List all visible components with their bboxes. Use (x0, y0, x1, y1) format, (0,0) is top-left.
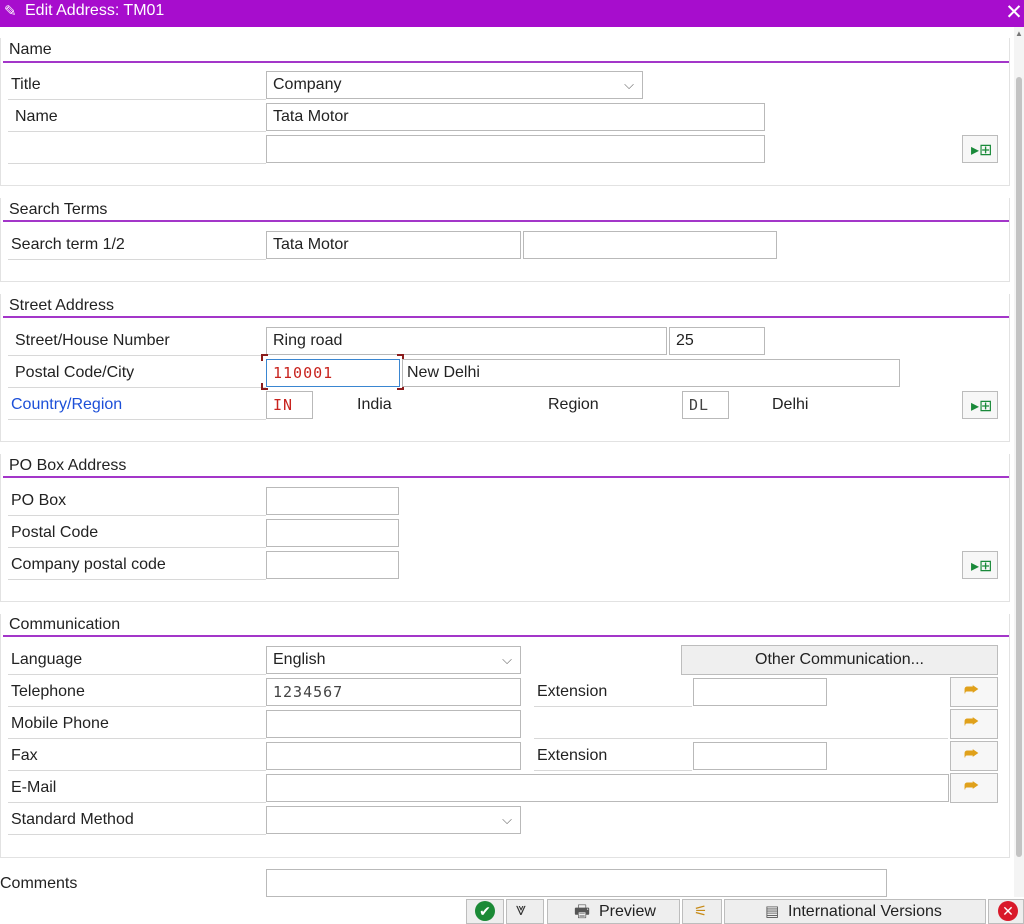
mobile-field[interactable] (266, 710, 521, 738)
title-label: Title (8, 70, 266, 100)
company-postal-field[interactable] (266, 551, 399, 579)
preview-button[interactable]: 🖶 Preview (547, 899, 680, 924)
telephone-label: Telephone (8, 677, 266, 707)
fax-extension-label: Extension (534, 741, 692, 771)
document-list-icon: ▤ (765, 903, 780, 920)
search-term-2-field[interactable] (523, 231, 777, 259)
edit-icon: ✎ (4, 3, 17, 20)
chevron-down-icon: ⌵ (502, 812, 512, 827)
export-arrow-icon: ⮫ (964, 714, 979, 731)
search-term-1-field[interactable]: Tata Motor (266, 231, 521, 259)
house-number-field[interactable]: 25 (669, 327, 765, 355)
chevron-down-icon: ⌵ (502, 652, 512, 667)
section-heading: Name (9, 41, 52, 58)
more-pobox-button[interactable]: ▸⊞ (962, 551, 998, 579)
confirm-button[interactable]: ✔ (466, 899, 504, 924)
mobile-label: Mobile Phone (8, 709, 266, 739)
title-select[interactable]: Company ⌵ (266, 71, 643, 99)
name-field[interactable]: Tata Motor (266, 103, 765, 131)
error-corner (261, 383, 268, 390)
country-name: India (357, 396, 392, 413)
more-fields-button[interactable]: ▸⊞ (962, 135, 998, 163)
export-arrow-icon: ⮫ (964, 778, 979, 795)
telephone-more-button[interactable]: ⮫ (950, 677, 998, 707)
section-heading: Street Address (9, 297, 114, 314)
section-heading: PO Box Address (9, 457, 127, 474)
name2-field[interactable] (266, 135, 765, 163)
checkmark-icon: ✔ (475, 901, 495, 921)
telephone-extension-field[interactable] (693, 678, 827, 706)
expand-all-button[interactable]: ⩔ (506, 899, 544, 924)
email-label: E-Mail (8, 773, 266, 803)
section-rule (3, 635, 1009, 637)
hierarchy-icon: ⚟ (694, 903, 708, 920)
country-region-link[interactable]: Country/Region (8, 390, 266, 420)
language-select[interactable]: English ⌵ (266, 646, 521, 674)
chevron-down-icon: ⌵ (624, 77, 634, 92)
name2-label (8, 134, 266, 164)
mobile-more-button[interactable]: ⮫ (950, 709, 998, 739)
standard-method-select[interactable]: ⌵ (266, 806, 521, 834)
error-corner (261, 354, 268, 361)
expand-icon: ▸⊞ (971, 398, 993, 415)
email-more-button[interactable]: ⮫ (950, 773, 998, 803)
cancel-button[interactable]: ✕ (988, 899, 1024, 924)
pobox-label: PO Box (8, 486, 266, 516)
expand-icon: ▸⊞ (971, 558, 993, 575)
section-rule (3, 476, 1009, 478)
street-field[interactable]: Ring road (266, 327, 667, 355)
pobox-field[interactable] (266, 487, 399, 515)
fax-extension-field[interactable] (693, 742, 827, 770)
telephone-field[interactable]: 1234567 (266, 678, 521, 706)
region-label: Region (548, 396, 599, 413)
section-rule (3, 220, 1009, 222)
postal-code-field[interactable]: 110001 (266, 359, 400, 387)
window-title: Edit Address: TM01 (25, 2, 165, 19)
search-term-label: Search term 1/2 (8, 230, 266, 260)
telephone-extension-label: Extension (534, 677, 692, 707)
export-arrow-icon: ⮫ (964, 746, 979, 763)
email-field[interactable] (266, 774, 949, 802)
section-rule (3, 316, 1009, 318)
pobox-postal-field[interactable] (266, 519, 399, 547)
comments-field[interactable] (266, 869, 887, 897)
close-icon[interactable]: ✕ (1004, 0, 1024, 25)
section-rule (3, 61, 1009, 63)
export-arrow-icon: ⮫ (964, 682, 979, 699)
standard-method-label: Standard Method (8, 805, 266, 835)
language-label: Language (8, 645, 266, 675)
name-label: Name (8, 102, 266, 132)
mobile-spacer (534, 709, 948, 739)
other-communication-button[interactable]: Other Communication... (681, 645, 998, 675)
fax-more-button[interactable]: ⮫ (950, 741, 998, 771)
pobox-postal-label: Postal Code (8, 518, 266, 548)
printer-icon: 🖶 (574, 902, 591, 921)
city-field[interactable]: New Delhi (402, 359, 900, 387)
scrollbar-thumb[interactable] (1016, 77, 1022, 857)
section-heading: Communication (9, 616, 121, 633)
fax-label: Fax (8, 741, 266, 771)
expand-icon: ▸⊞ (971, 142, 993, 159)
region-name: Delhi (772, 396, 809, 413)
vertical-scrollbar[interactable]: ▲ (1014, 27, 1024, 897)
section-heading: Search Terms (9, 201, 108, 218)
postal-city-label: Postal Code/City (8, 358, 266, 388)
street-label: Street/House Number (8, 326, 266, 356)
fax-field[interactable] (266, 742, 521, 770)
scroll-up-icon[interactable]: ▲ (1015, 29, 1023, 38)
company-postal-label: Company postal code (8, 550, 266, 580)
international-versions-button[interactable]: ▤ International Versions (724, 899, 986, 924)
region-code-field[interactable]: DL (682, 391, 729, 419)
comments-label: Comments (0, 875, 78, 892)
cancel-x-icon: ✕ (998, 901, 1018, 921)
tree-button[interactable]: ⚟ (682, 899, 722, 924)
title-bar: ✎ Edit Address: TM01 ✕ (0, 0, 1024, 27)
double-chevron-down-icon: ⩔ (516, 899, 527, 919)
more-address-button[interactable]: ▸⊞ (962, 391, 998, 419)
country-code-field[interactable]: IN (266, 391, 313, 419)
